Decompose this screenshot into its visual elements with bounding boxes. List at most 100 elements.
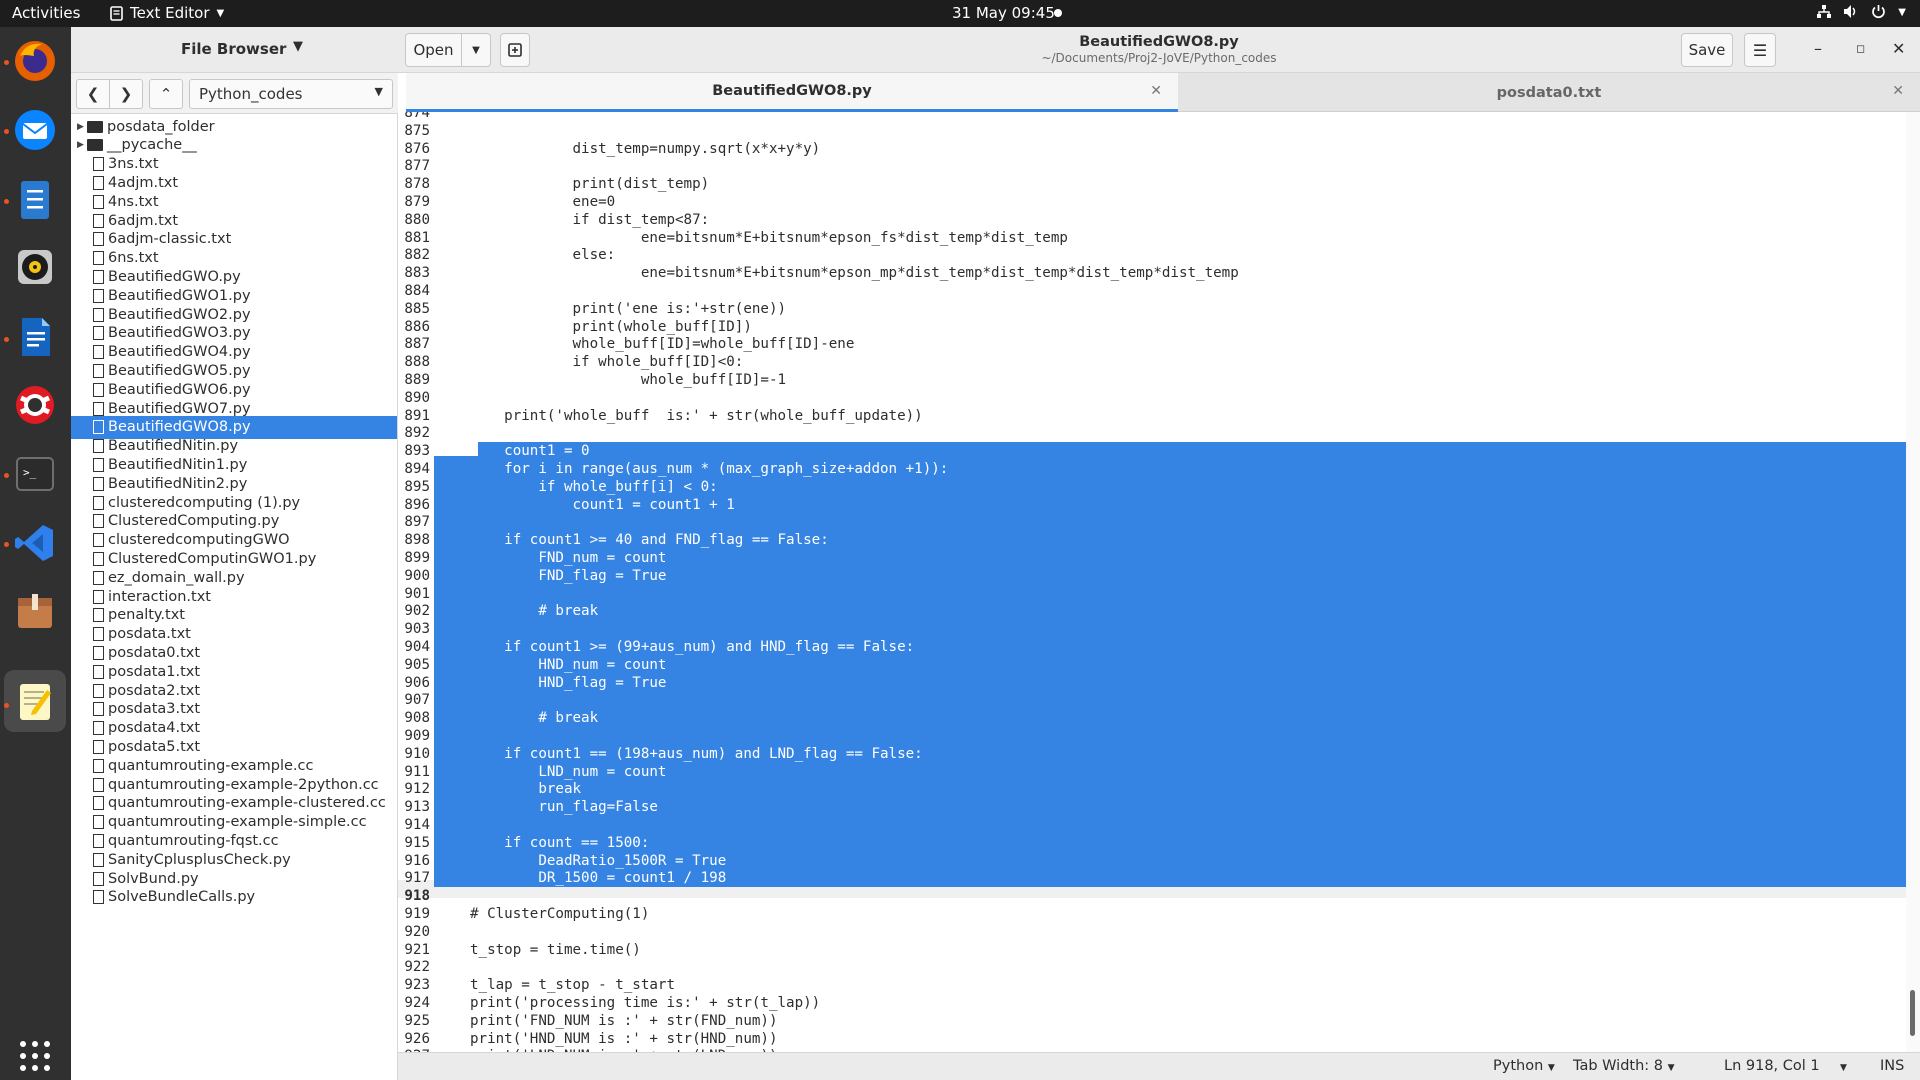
file-name: BeautifiedGWO1.py [108, 287, 251, 304]
file-icon [93, 157, 104, 172]
save-button[interactable]: Save [1681, 33, 1733, 67]
text-editor-dock-icon[interactable] [12, 678, 58, 724]
system-tray[interactable]: ▼ [1817, 4, 1906, 23]
document-viewer-icon[interactable] [12, 177, 58, 223]
code-text: LND_num = count [470, 763, 667, 780]
code-line: 911 LND_num = count [398, 763, 1906, 781]
file-name: SolveBundleCalls.py [108, 889, 256, 906]
rhythmbox-icon[interactable] [12, 244, 58, 290]
code-text: if whole_buff[ID]<0: [470, 354, 744, 371]
software-center-icon[interactable] [12, 588, 58, 634]
insert-mode-indicator[interactable]: INS [1880, 1058, 1904, 1074]
editor-scrollbar[interactable] [1906, 112, 1920, 1052]
file-name: BeautifiedGWO4.py [108, 344, 251, 361]
running-indicator [4, 542, 9, 547]
file-icon [93, 739, 104, 754]
running-indicator [4, 129, 9, 134]
file-name: BeautifiedNitin1.py [108, 456, 248, 473]
close-icon[interactable]: ✕ [1892, 39, 1905, 58]
code-text: ene=0 [470, 194, 616, 210]
clock[interactable]: 31 May 09:45 [952, 4, 1055, 22]
back-button[interactable]: ❮ [76, 79, 110, 109]
close-icon[interactable]: ✕ [1150, 83, 1162, 99]
chevron-left-icon: ❮ [86, 85, 100, 103]
chevron-up-icon: ⌃ [159, 85, 173, 103]
line-number: 911 [404, 763, 430, 780]
file-name: clusteredcomputingGWO [108, 532, 290, 549]
file-name: posdata3.txt [108, 701, 201, 718]
file-item[interactable]: SolveBundleCalls.py [71, 886, 397, 909]
file-name: __pycache__ [107, 137, 197, 154]
code-text: print('ene is:'+str(ene)) [470, 300, 787, 317]
terminal-icon[interactable]: >_ [12, 451, 58, 497]
chevron-down-icon[interactable]: ▼ [293, 39, 303, 54]
forward-button[interactable]: ❯ [109, 79, 143, 109]
running-indicator [4, 337, 9, 342]
show-applications-icon[interactable] [12, 1033, 58, 1079]
file-icon [93, 420, 104, 435]
code-text: if count == 1500: [470, 834, 650, 851]
minimize-icon[interactable]: – [1814, 39, 1822, 58]
file-icon [93, 871, 104, 886]
file-icon [93, 721, 104, 736]
code-editor[interactable]: 874 875 876 dist_temp=numpy.sqrt(x*x+y*y) 8… [398, 112, 1906, 1052]
code-text: if whole_buff[i] < 0: [470, 478, 718, 495]
tab-width-label: Tab Width: 8 [1573, 1058, 1664, 1074]
code-line: 877 [398, 157, 1906, 175]
svg-text:>_: >_ [23, 466, 37, 479]
file-icon [93, 645, 104, 660]
line-number: 896 [404, 496, 430, 513]
file-icon [93, 213, 104, 228]
line-number: 897 [404, 514, 430, 531]
vscode-icon[interactable] [12, 520, 58, 566]
tab-beautifiedgwo8[interactable]: BeautifiedGWO8.py ✕ [406, 73, 1178, 112]
code-text: HND_num = count [470, 656, 667, 673]
line-number: 918 [404, 888, 430, 905]
maximize-icon[interactable]: ◻ [1856, 42, 1865, 55]
folder-selector-label: Python_codes [199, 85, 303, 103]
folder-selector[interactable]: Python_codes ▼ [189, 79, 393, 109]
file-icon [93, 382, 104, 397]
line-number: 887 [404, 336, 430, 353]
code-text: FND_num = count [470, 550, 667, 566]
code-text: ene=bitsnum*E+bitsnum*epson_fs*dist_temp… [470, 229, 1068, 246]
close-icon[interactable]: ✕ [1892, 83, 1904, 99]
file-icon [93, 683, 104, 698]
expander-arrow-icon[interactable]: ▶ [77, 122, 87, 132]
file-icon [93, 363, 104, 378]
tab-width-selector[interactable]: Tab Width: 8 ▼ [1573, 1058, 1675, 1074]
main-menu-button[interactable]: ☰ [1744, 33, 1776, 67]
file-name: BeautifiedNitin2.py [108, 475, 248, 492]
file-browser-header[interactable]: File Browser ▼ [71, 27, 398, 73]
cursor-position[interactable]: Ln 918, Col 1 [1724, 1058, 1820, 1074]
language-selector[interactable]: Python ▼ [1493, 1058, 1555, 1074]
expander-arrow-icon[interactable]: ▶ [77, 140, 87, 150]
chevron-down-icon[interactable]: ▼ [1840, 1058, 1847, 1074]
line-number: 921 [404, 941, 430, 958]
scrollbar-thumb[interactable] [1910, 990, 1915, 1036]
code-line: 906 HND_flag = True [398, 674, 1906, 692]
firefox-icon[interactable] [12, 38, 58, 84]
code-line: 909 [398, 727, 1906, 745]
activities-button[interactable]: Activities [12, 4, 80, 22]
line-number: 876 [404, 140, 430, 157]
up-button[interactable]: ⌃ [149, 79, 183, 109]
line-number: 923 [404, 977, 430, 994]
code-text: dist_temp=numpy.sqrt(x*x+y*y) [470, 140, 821, 157]
thunderbird-icon[interactable] [12, 107, 58, 153]
language-label: Python [1493, 1058, 1544, 1074]
code-text: count1 = count1 + 1 [470, 496, 735, 513]
folder-icon [87, 139, 103, 152]
line-number: 903 [404, 621, 430, 638]
libreoffice-writer-icon[interactable] [12, 314, 58, 360]
line-number: 908 [404, 710, 430, 727]
file-icon [93, 345, 104, 360]
tab-posdata0[interactable]: posdata0.txt ✕ [1178, 73, 1920, 112]
app-menu[interactable]: Text Editor ▼ [110, 4, 224, 22]
code-line: 875 [398, 122, 1906, 140]
code-text: if dist_temp<87: [470, 211, 710, 228]
help-icon[interactable] [12, 382, 58, 428]
line-number: 907 [404, 692, 430, 709]
file-name: BeautifiedNitin.py [108, 438, 239, 455]
line-number: 919 [404, 906, 430, 922]
